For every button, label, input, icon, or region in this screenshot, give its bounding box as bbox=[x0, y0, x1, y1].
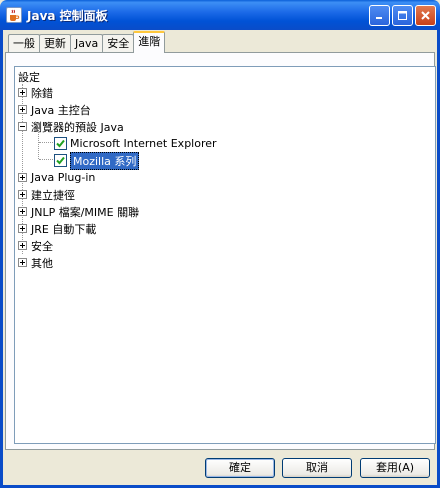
tree-root-label: 設定 bbox=[18, 71, 40, 84]
checkbox-mozilla[interactable] bbox=[54, 154, 67, 167]
tree-item-label: Java Plug-in bbox=[31, 171, 96, 184]
minimize-button[interactable] bbox=[369, 5, 390, 26]
cancel-button[interactable]: 取消 bbox=[282, 458, 352, 478]
expand-icon[interactable] bbox=[18, 173, 27, 182]
tree-item-label: JNLP 檔案/MIME 關聯 bbox=[31, 205, 140, 219]
checkmark-icon bbox=[56, 156, 65, 165]
expand-icon[interactable] bbox=[18, 241, 27, 250]
tree-item-label: 建立捷徑 bbox=[31, 188, 75, 202]
close-button[interactable] bbox=[415, 5, 436, 26]
tab-general[interactable]: 一般 bbox=[8, 34, 40, 53]
tree-item-label: Microsoft Internet Explorer bbox=[70, 137, 217, 150]
tree-item-jre-auto-download[interactable]: JRE 自動下載 bbox=[18, 220, 96, 237]
collapse-icon[interactable] bbox=[18, 122, 27, 131]
expand-icon[interactable] bbox=[18, 224, 27, 233]
tree-item-label: Java 主控台 bbox=[31, 103, 91, 117]
tab-java[interactable]: Java bbox=[70, 34, 104, 53]
tree-item-security[interactable]: 安全 bbox=[18, 237, 53, 254]
checkbox-ie[interactable] bbox=[54, 137, 67, 150]
expand-icon[interactable] bbox=[18, 258, 27, 267]
tree-item-debug[interactable]: 除錯 bbox=[18, 84, 53, 101]
tree-item-internet-explorer[interactable]: Microsoft Internet Explorer bbox=[54, 135, 217, 152]
ok-button[interactable]: 確定 bbox=[205, 458, 275, 478]
tree-item-jnlp-mime[interactable]: JNLP 檔案/MIME 關聯 bbox=[18, 203, 139, 220]
tree-item-java-plugin[interactable]: Java Plug-in bbox=[18, 169, 95, 186]
tree-item-label: 安全 bbox=[31, 239, 53, 253]
tree-item-default-java-browsers[interactable]: 瀏覽器的預設 Java bbox=[18, 118, 124, 135]
advanced-panel: 設定 除錯 Java 主控台 瀏覽器的預設 Java Microsoft Int… bbox=[5, 52, 436, 450]
apply-button[interactable]: 套用(A) bbox=[360, 458, 430, 478]
tree-item-misc[interactable]: 其他 bbox=[18, 254, 53, 271]
tree-item-label: Mozilla 系列 bbox=[70, 151, 140, 170]
title-bar[interactable]: Java 控制面板 bbox=[0, 0, 440, 30]
tree-item-shortcut[interactable]: 建立捷徑 bbox=[18, 186, 75, 203]
expand-icon[interactable] bbox=[18, 207, 27, 216]
tree-item-mozilla[interactable]: Mozilla 系列 bbox=[54, 151, 140, 170]
tree-connector bbox=[39, 159, 53, 160]
settings-tree[interactable]: 設定 除錯 Java 主控台 瀏覽器的預設 Java Microsoft Int… bbox=[14, 66, 436, 444]
checkmark-icon bbox=[56, 139, 65, 148]
minimize-icon bbox=[376, 17, 382, 19]
tree-item-label: JRE 自動下載 bbox=[31, 222, 97, 236]
tree-connector bbox=[39, 142, 53, 143]
close-icon bbox=[421, 11, 430, 20]
tab-bar: 一般 更新 Java 安全 進階 bbox=[8, 31, 166, 53]
expand-icon[interactable] bbox=[18, 190, 27, 199]
java-cup-icon bbox=[6, 7, 22, 23]
tree-item-label: 除錯 bbox=[31, 86, 53, 100]
maximize-button[interactable] bbox=[392, 5, 413, 26]
expand-icon[interactable] bbox=[18, 88, 27, 97]
tab-update[interactable]: 更新 bbox=[39, 34, 71, 53]
tree-item-label: 其他 bbox=[31, 256, 53, 270]
expand-icon[interactable] bbox=[18, 105, 27, 114]
tab-advanced[interactable]: 進階 bbox=[133, 31, 166, 53]
maximize-icon bbox=[398, 11, 407, 20]
tree-item-label: 瀏覽器的預設 Java bbox=[31, 120, 124, 134]
tree-item-java-console[interactable]: Java 主控台 bbox=[18, 101, 91, 118]
tab-security[interactable]: 安全 bbox=[102, 34, 135, 53]
window-title: Java 控制面板 bbox=[27, 9, 108, 23]
